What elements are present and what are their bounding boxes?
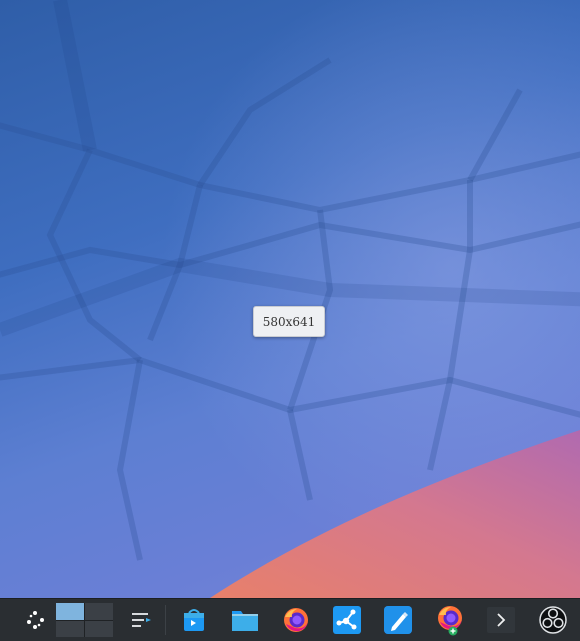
pager-desktop-4[interactable] (85, 620, 113, 637)
folder-icon (232, 611, 258, 631)
wallpaper-graphic (0, 0, 580, 598)
window-size-tooltip: 580x641 (253, 306, 325, 337)
app-launcher-button[interactable] (18, 603, 52, 637)
window-list-icon (132, 613, 151, 627)
kate-task[interactable] (381, 603, 415, 637)
panel-separator (165, 605, 166, 635)
console-task[interactable] (484, 603, 518, 637)
discover-store-icon (184, 609, 204, 631)
firefox-new-window-task[interactable] (433, 603, 467, 637)
window-list-button[interactable] (124, 603, 158, 637)
pager-desktop-3[interactable] (56, 620, 84, 637)
share-network-icon (333, 606, 361, 634)
dolphin-task[interactable] (228, 603, 262, 637)
discover-task[interactable] (177, 603, 211, 637)
virtual-desktop-pager[interactable] (56, 603, 113, 637)
pager-desktop-1[interactable] (56, 603, 84, 620)
app-launcher-icon (27, 611, 44, 629)
kdeconnect-task[interactable] (330, 603, 364, 637)
taskbar-panel (0, 598, 580, 641)
pager-desktop-2[interactable] (85, 603, 113, 620)
firefox-task[interactable] (279, 603, 313, 637)
desktop-wallpaper[interactable]: 580x641 (0, 0, 580, 598)
obs-studio-icon (539, 606, 567, 634)
firefox-icon (284, 608, 308, 632)
pen-editor-icon (384, 606, 412, 634)
firefox-new-window-icon (438, 606, 462, 636)
obs-task[interactable] (536, 603, 570, 637)
terminal-icon (487, 607, 515, 633)
